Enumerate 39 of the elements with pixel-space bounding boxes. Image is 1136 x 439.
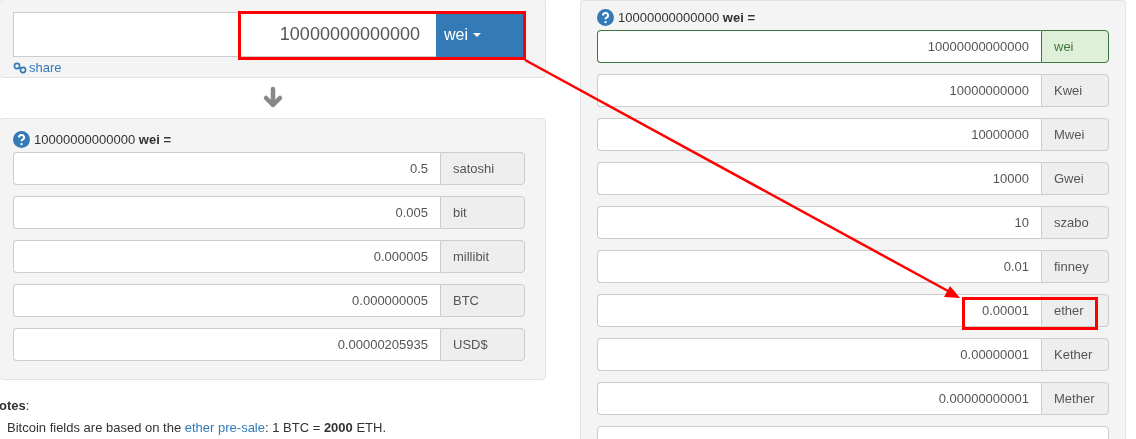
amount-field[interactable]: 0.005 xyxy=(13,196,440,229)
unit-label: Mwei xyxy=(1041,118,1109,151)
unit-label: finney xyxy=(1041,250,1109,283)
unit-label: ether xyxy=(1041,294,1109,327)
unit-label: szabo xyxy=(1041,206,1109,239)
panel-heading: 10000000000000 wei = xyxy=(34,131,171,147)
notes-title: otes: xyxy=(0,397,31,415)
panel-heading: 10000000000000 wei = xyxy=(618,9,755,25)
amount-field[interactable]: 0.000005 xyxy=(13,240,440,273)
share-link[interactable]: share xyxy=(13,60,62,75)
note-text: Bitcoin fields are based on the ether pre-sale: 1 BTC = 2000 ETH. xyxy=(7,419,388,437)
amount-field[interactable]: 0.01 xyxy=(597,250,1041,283)
amount-field[interactable]: 10 xyxy=(597,206,1041,239)
unit-label: Mether xyxy=(1041,382,1109,415)
unit-label: wei xyxy=(1041,30,1109,63)
unit-label: Kether xyxy=(1041,338,1109,371)
unit-label: Kwei xyxy=(1041,74,1109,107)
amount-field[interactable]: 10000000 xyxy=(597,118,1041,151)
amount-field[interactable]: 0.5 xyxy=(13,152,440,185)
unit-label: bit xyxy=(440,196,525,229)
amount-field[interactable]: 10000 xyxy=(597,162,1041,195)
unit-label: millibit xyxy=(440,240,525,273)
amount-field[interactable]: 10000000000 xyxy=(597,74,1041,107)
amount-field[interactable]: 10000000000000 xyxy=(597,30,1041,63)
help-icon[interactable] xyxy=(597,8,614,26)
amount-field[interactable]: 10000000000000 xyxy=(13,12,436,57)
amount-field[interactable]: 0.000000005 xyxy=(13,284,440,317)
amount-field[interactable]: 0.00000205935 xyxy=(13,328,440,361)
unit-label: Gwei xyxy=(1041,162,1109,195)
unit-label: BTC xyxy=(440,284,525,317)
unit-label: satoshi xyxy=(440,152,525,185)
presale-link[interactable]: ether pre-sale xyxy=(184,420,265,435)
unit-label: USD$ xyxy=(440,328,525,361)
link-icon xyxy=(13,61,27,74)
amount-field[interactable]: 0.00001 xyxy=(597,294,1041,327)
unit-dropdown[interactable]: wei xyxy=(436,12,525,57)
help-icon[interactable] xyxy=(13,130,30,148)
amount-field[interactable]: 0.00000001 xyxy=(597,338,1041,371)
amount-field[interactable]: 0.00000000001 xyxy=(597,382,1041,415)
